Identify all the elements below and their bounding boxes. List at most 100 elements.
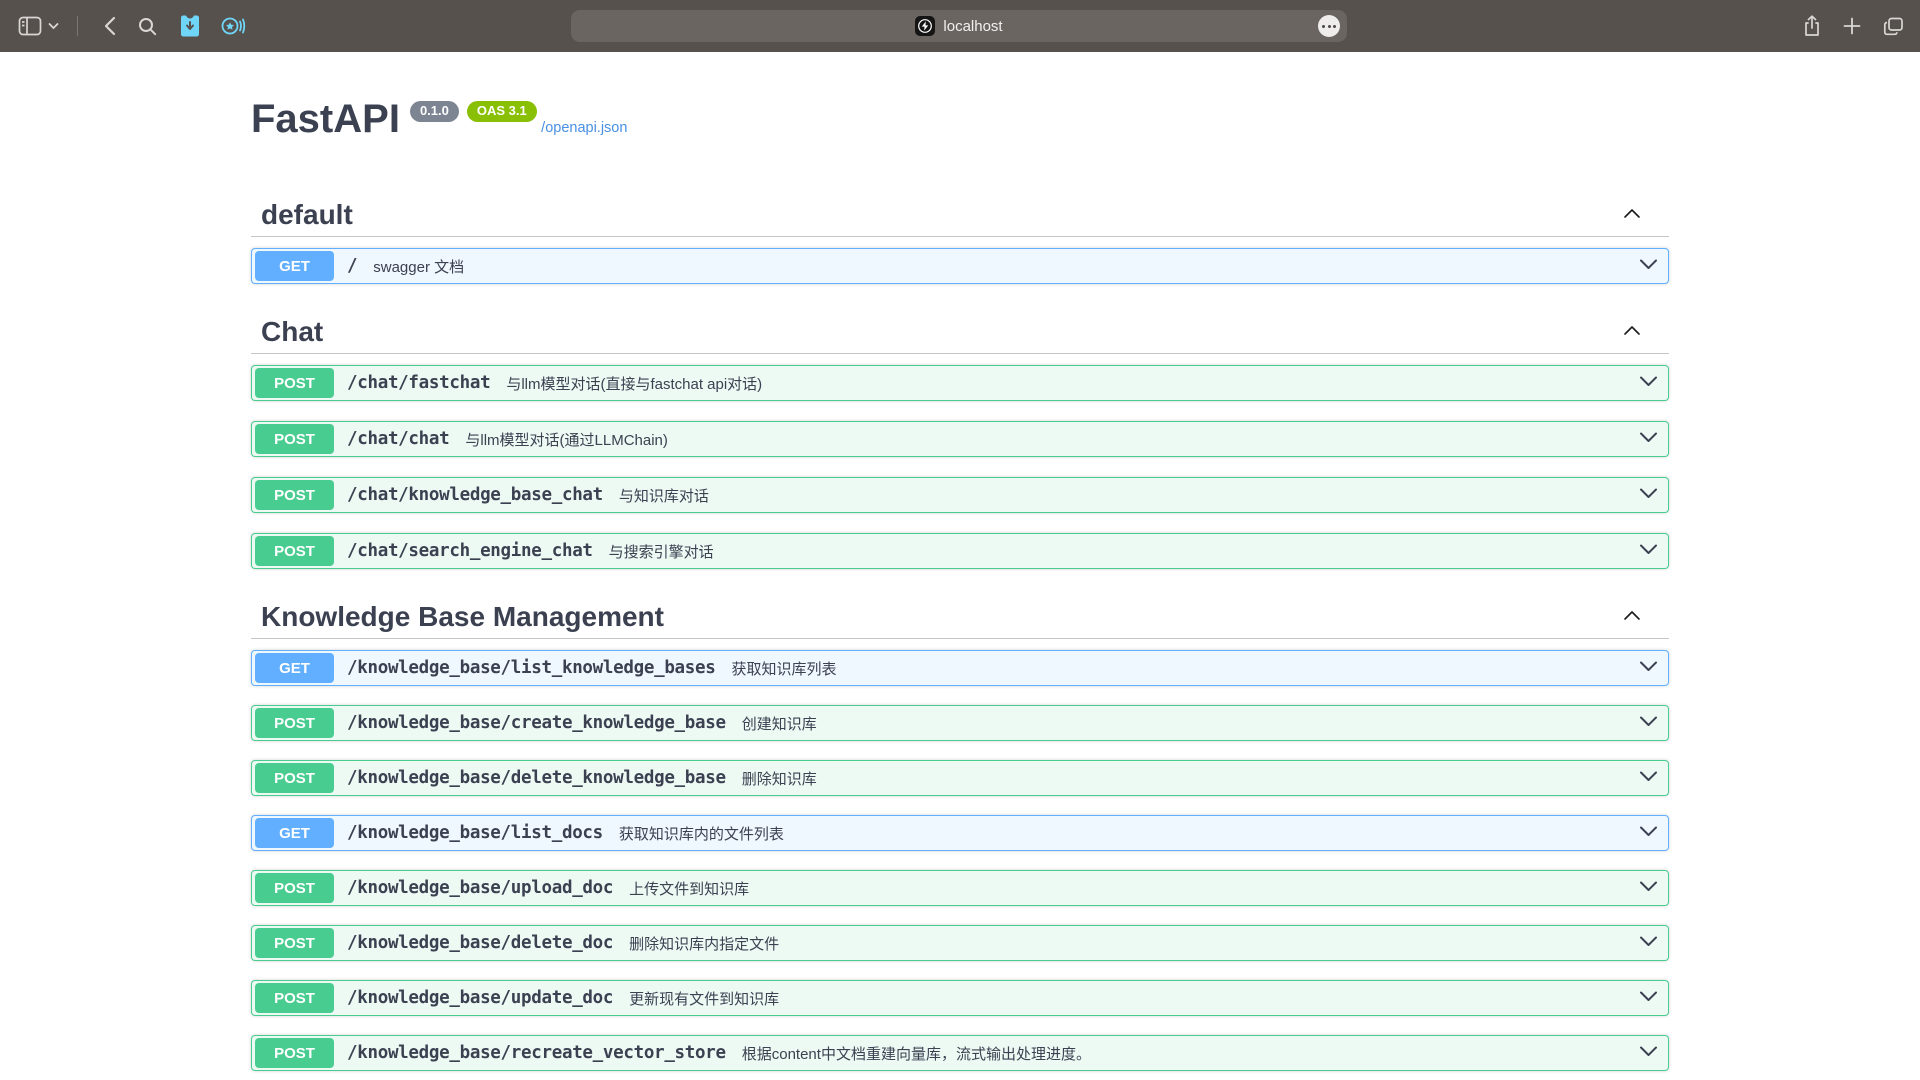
api-sections: default GET / swagger 文档 Chat bbox=[251, 187, 1669, 1071]
operation-summary: 与搜索引擎对话 bbox=[609, 541, 714, 562]
operation-path: /chat/knowledge_base_chat bbox=[347, 485, 603, 505]
oas-badge: OAS 3.1 bbox=[467, 101, 537, 122]
operation-path: /knowledge_base/create_knowledge_base bbox=[347, 713, 726, 733]
chevron-down-icon[interactable] bbox=[1639, 824, 1658, 842]
operation-path: / bbox=[347, 256, 357, 276]
method-badge: GET bbox=[255, 251, 334, 281]
operation-row[interactable]: POST /knowledge_base/create_knowledge_ba… bbox=[251, 705, 1669, 741]
extension-live-circle-icon[interactable] bbox=[221, 15, 247, 37]
back-icon[interactable] bbox=[104, 16, 116, 36]
page-title: FastAPI 0.1.0 OAS 3.1 bbox=[251, 98, 537, 140]
operation-path: /chat/fastchat bbox=[347, 373, 490, 393]
operation-summary: 与知识库对话 bbox=[619, 485, 709, 506]
operation-path: /knowledge_base/update_doc bbox=[347, 988, 613, 1008]
api-title-text: FastAPI bbox=[251, 98, 400, 140]
toolbar-divider bbox=[77, 16, 78, 36]
operations: GET /knowledge_base/list_knowledge_bases… bbox=[251, 650, 1669, 1071]
chevron-down-icon[interactable] bbox=[1639, 1044, 1658, 1062]
method-badge: GET bbox=[255, 653, 334, 683]
chevron-down-icon[interactable] bbox=[1639, 257, 1658, 275]
operation-row[interactable]: POST /chat/fastchat 与llm模型对话(直接与fastchat… bbox=[251, 365, 1669, 401]
tag-section-title: Chat bbox=[251, 316, 1669, 348]
version-badge: 0.1.0 bbox=[410, 101, 459, 122]
operation-path: /knowledge_base/delete_doc bbox=[347, 933, 613, 953]
chevron-down-icon[interactable] bbox=[1639, 659, 1658, 677]
method-badge: POST bbox=[255, 1038, 334, 1068]
operations: GET / swagger 文档 bbox=[251, 248, 1669, 284]
operation-summary: 更新现有文件到知识库 bbox=[629, 988, 779, 1009]
operation-summary: 创建知识库 bbox=[742, 713, 817, 734]
tag-section: Chat POST /chat/fastchat 与llm模型对话(直接与fas… bbox=[251, 304, 1669, 569]
method-badge: POST bbox=[255, 983, 334, 1013]
extension-bookmark-icon[interactable] bbox=[179, 14, 201, 38]
chevron-up-icon[interactable] bbox=[1623, 323, 1641, 341]
method-badge: POST bbox=[255, 536, 334, 566]
chevron-down-icon[interactable] bbox=[1639, 374, 1658, 392]
method-badge: POST bbox=[255, 708, 334, 738]
chevron-down-icon[interactable] bbox=[1639, 934, 1658, 952]
tabs-overview-icon[interactable] bbox=[1883, 17, 1904, 36]
operation-row[interactable]: POST /knowledge_base/upload_doc 上传文件到知识库 bbox=[251, 870, 1669, 906]
tag-section: default GET / swagger 文档 bbox=[251, 187, 1669, 284]
sidebar-chevron-down-icon[interactable] bbox=[48, 22, 59, 30]
tag-section-header[interactable]: Knowledge Base Management bbox=[251, 589, 1669, 639]
tag-section-header[interactable]: default bbox=[251, 187, 1669, 237]
operation-summary: 根据content中文档重建向量库，流式输出处理进度。 bbox=[742, 1043, 1091, 1064]
method-badge: POST bbox=[255, 480, 334, 510]
api-info: FastAPI 0.1.0 OAS 3.1 /openapi.json bbox=[251, 52, 1669, 140]
chevron-down-icon[interactable] bbox=[1639, 714, 1658, 732]
search-icon[interactable] bbox=[138, 17, 157, 36]
tag-section-title: default bbox=[251, 199, 1669, 231]
operation-path: /knowledge_base/list_docs bbox=[347, 823, 603, 843]
tag-section: Knowledge Base Management GET /knowledge… bbox=[251, 589, 1669, 1071]
operation-path: /knowledge_base/upload_doc bbox=[347, 878, 613, 898]
chevron-down-icon[interactable] bbox=[1639, 769, 1658, 787]
method-badge: POST bbox=[255, 873, 334, 903]
method-badge: POST bbox=[255, 763, 334, 793]
chevron-down-icon[interactable] bbox=[1639, 989, 1658, 1007]
operation-summary: swagger 文档 bbox=[373, 256, 464, 277]
operation-row[interactable]: GET / swagger 文档 bbox=[251, 248, 1669, 284]
operation-row[interactable]: POST /knowledge_base/delete_doc 删除知识库内指定… bbox=[251, 925, 1669, 961]
operations: POST /chat/fastchat 与llm模型对话(直接与fastchat… bbox=[251, 365, 1669, 569]
operation-summary: 删除知识库内指定文件 bbox=[629, 933, 779, 954]
chevron-up-icon[interactable] bbox=[1623, 206, 1641, 224]
tag-section-header[interactable]: Chat bbox=[251, 304, 1669, 354]
swagger-page: FastAPI 0.1.0 OAS 3.1 /openapi.json defa… bbox=[0, 52, 1920, 1080]
tag-section-title: Knowledge Base Management bbox=[251, 601, 1669, 633]
fastapi-favicon-icon bbox=[915, 16, 935, 36]
method-badge: POST bbox=[255, 424, 334, 454]
chevron-down-icon[interactable] bbox=[1639, 486, 1658, 504]
address-bar[interactable]: localhost bbox=[571, 10, 1347, 42]
browser-toolbar: localhost bbox=[0, 0, 1920, 52]
operation-summary: 与llm模型对话(通过LLMChain) bbox=[465, 429, 668, 450]
operation-row[interactable]: POST /knowledge_base/update_doc 更新现有文件到知… bbox=[251, 980, 1669, 1016]
operation-path: /knowledge_base/list_knowledge_bases bbox=[347, 658, 716, 678]
operation-row[interactable]: POST /knowledge_base/recreate_vector_sto… bbox=[251, 1035, 1669, 1071]
operation-path: /chat/chat bbox=[347, 429, 449, 449]
share-icon[interactable] bbox=[1803, 15, 1821, 37]
operation-row[interactable]: POST /chat/search_engine_chat 与搜索引擎对话 bbox=[251, 533, 1669, 569]
chevron-down-icon[interactable] bbox=[1639, 542, 1658, 560]
operation-row[interactable]: GET /knowledge_base/list_knowledge_bases… bbox=[251, 650, 1669, 686]
method-badge: POST bbox=[255, 928, 334, 958]
operation-path: /chat/search_engine_chat bbox=[347, 541, 593, 561]
ellipsis-circle-icon[interactable] bbox=[1318, 15, 1340, 37]
operation-summary: 获取知识库列表 bbox=[732, 658, 837, 679]
chevron-down-icon[interactable] bbox=[1639, 879, 1658, 897]
method-badge: POST bbox=[255, 368, 334, 398]
openapi-spec-link[interactable]: /openapi.json bbox=[541, 120, 627, 136]
method-badge: GET bbox=[255, 818, 334, 848]
new-tab-icon[interactable] bbox=[1843, 17, 1861, 35]
sidebar-icon[interactable] bbox=[18, 16, 42, 36]
operation-row[interactable]: POST /chat/chat 与llm模型对话(通过LLMChain) bbox=[251, 421, 1669, 457]
chevron-down-icon[interactable] bbox=[1639, 430, 1658, 448]
chevron-up-icon[interactable] bbox=[1623, 608, 1641, 626]
operation-summary: 删除知识库 bbox=[742, 768, 817, 789]
address-url-text: localhost bbox=[943, 18, 1002, 35]
operation-row[interactable]: GET /knowledge_base/list_docs 获取知识库内的文件列… bbox=[251, 815, 1669, 851]
operation-row[interactable]: POST /chat/knowledge_base_chat 与知识库对话 bbox=[251, 477, 1669, 513]
operation-summary: 获取知识库内的文件列表 bbox=[619, 823, 784, 844]
operation-summary: 与llm模型对话(直接与fastchat api对话) bbox=[506, 373, 762, 394]
operation-row[interactable]: POST /knowledge_base/delete_knowledge_ba… bbox=[251, 760, 1669, 796]
